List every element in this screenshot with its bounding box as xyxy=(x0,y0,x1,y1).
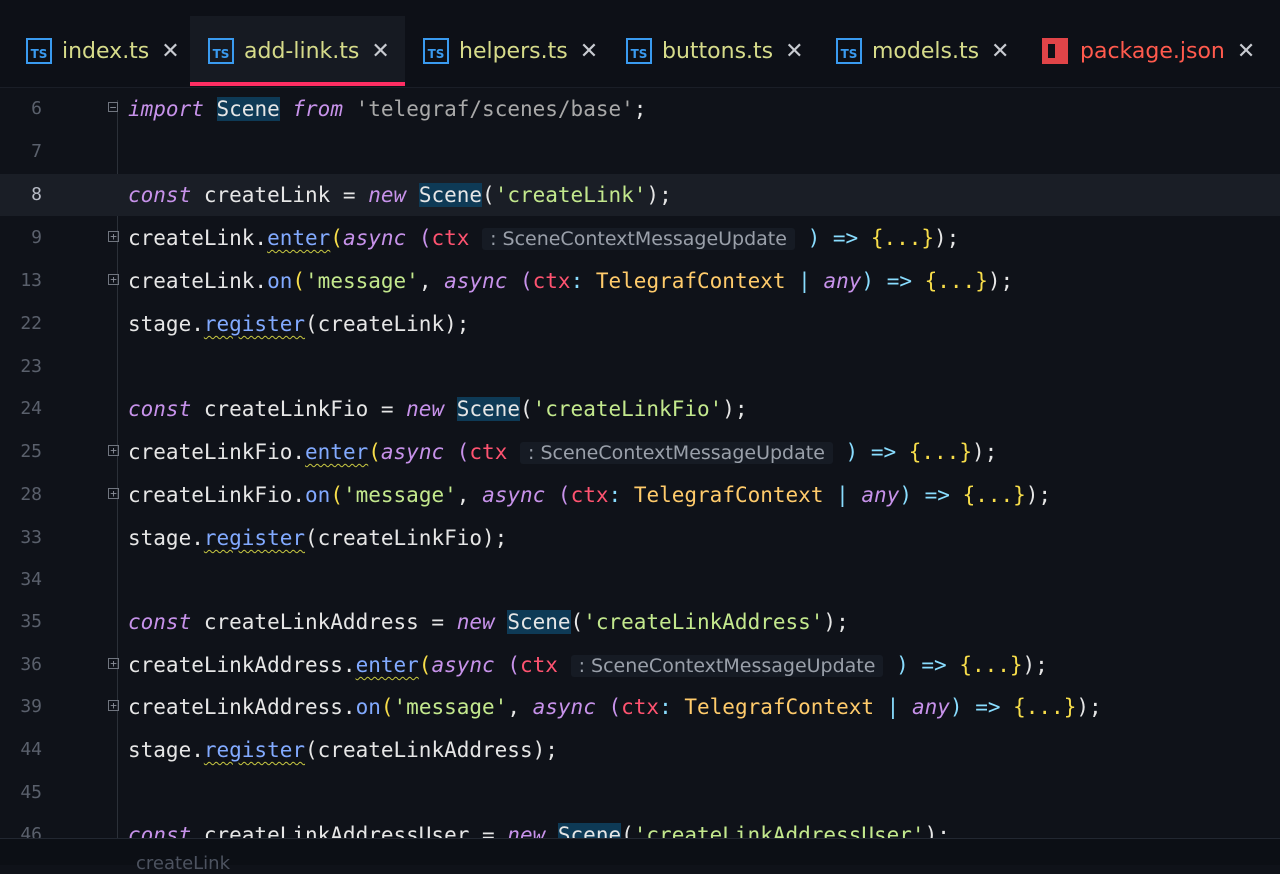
typescript-file-icon: TS xyxy=(836,38,862,64)
typescript-file-icon: TS xyxy=(626,38,652,64)
tab-index-ts[interactable]: TS index.ts ✕ xyxy=(14,16,190,86)
code-line[interactable]: 46 const createLinkAddressUser = new Sce… xyxy=(0,814,1280,838)
code-line[interactable]: 22 stage.register(createLink); xyxy=(0,303,1280,345)
type-inlay-hint: : SceneContextMessageUpdate xyxy=(520,442,833,464)
code-line[interactable]: 44 stage.register(createLinkAddress); xyxy=(0,729,1280,771)
line-number: 23 xyxy=(20,356,42,377)
code-line[interactable]: 45 xyxy=(0,772,1280,814)
code-text: createLinkFio.on('message', async (ctx: … xyxy=(128,483,1052,507)
tab-add-link-ts[interactable]: TS add-link.ts ✕ xyxy=(190,16,405,86)
code-line[interactable]: 34 xyxy=(0,559,1280,601)
editor-breadcrumb-bar: createLink xyxy=(0,838,1280,874)
tab-label: helpers.ts xyxy=(459,38,568,64)
editor-tab-bar: TS index.ts ✕ TS add-link.ts ✕ TS helper… xyxy=(0,0,1280,88)
fold-expand-icon[interactable]: + xyxy=(108,700,119,711)
close-icon[interactable]: ✕ xyxy=(1237,39,1255,64)
code-line[interactable]: 33 stage.register(createLinkFio); xyxy=(0,517,1280,559)
code-text: stage.register(createLinkAddress); xyxy=(128,738,558,762)
code-line[interactable]: 35 const createLinkAddress = new Scene('… xyxy=(0,601,1280,643)
tab-buttons-ts[interactable]: TS buttons.ts ✕ xyxy=(610,16,820,86)
close-icon[interactable]: ✕ xyxy=(991,39,1009,64)
fold-collapse-icon[interactable]: − xyxy=(108,102,118,113)
code-editor[interactable]: 6 − import Scene from 'telegraf/scenes/b… xyxy=(0,88,1280,838)
line-number: 24 xyxy=(20,398,42,419)
code-text: createLinkAddress.enter(async (ctx : Sce… xyxy=(128,653,1048,677)
line-number: 45 xyxy=(20,782,42,803)
line-number: 6 xyxy=(31,98,42,119)
line-number: 22 xyxy=(20,313,42,334)
line-number: 8 xyxy=(31,184,42,205)
tab-label: index.ts xyxy=(62,38,150,64)
code-text: const createLink = new Scene('createLink… xyxy=(128,183,672,207)
code-line[interactable]: 24 const createLinkFio = new Scene('crea… xyxy=(0,388,1280,430)
code-line[interactable]: 6 − import Scene from 'telegraf/scenes/b… xyxy=(0,88,1280,130)
code-line[interactable]: 9 + createLink.enter(async (ctx : SceneC… xyxy=(0,217,1280,259)
tab-label: models.ts xyxy=(872,38,980,64)
npm-package-icon xyxy=(1042,38,1068,64)
fold-expand-icon[interactable]: + xyxy=(108,274,119,285)
code-line[interactable]: 25 + createLinkFio.enter(async (ctx : Sc… xyxy=(0,431,1280,473)
close-icon[interactable]: ✕ xyxy=(785,39,803,64)
line-number: 13 xyxy=(20,270,42,291)
line-number: 9 xyxy=(31,227,42,248)
line-number: 33 xyxy=(20,527,42,548)
line-number: 7 xyxy=(31,141,42,162)
code-line-current[interactable]: 8 const createLink = new Scene('createLi… xyxy=(0,174,1280,216)
active-tab-indicator xyxy=(190,82,405,86)
code-line[interactable]: 28 + createLinkFio.on('message', async (… xyxy=(0,474,1280,516)
type-inlay-hint: : SceneContextMessageUpdate xyxy=(482,228,795,250)
code-line[interactable]: 39 + createLinkAddress.on('message', asy… xyxy=(0,686,1280,728)
line-number: 34 xyxy=(20,569,42,590)
code-text: createLink.enter(async (ctx : SceneConte… xyxy=(128,226,960,250)
code-text: createLinkFio.enter(async (ctx : SceneCo… xyxy=(128,440,998,464)
close-icon[interactable]: ✕ xyxy=(161,39,179,64)
typescript-file-icon: TS xyxy=(423,38,449,64)
code-text: const createLinkAddress = new Scene('cre… xyxy=(128,610,849,634)
typescript-file-icon: TS xyxy=(208,38,234,64)
type-inlay-hint: : SceneContextMessageUpdate xyxy=(570,655,884,677)
line-number: 35 xyxy=(20,611,42,632)
fold-expand-icon[interactable]: + xyxy=(108,231,119,242)
code-line[interactable]: 23 xyxy=(0,346,1280,388)
fold-expand-icon[interactable]: + xyxy=(108,488,119,499)
line-number: 36 xyxy=(20,654,42,675)
code-text: import Scene from 'telegraf/scenes/base'… xyxy=(128,97,647,121)
fold-expand-icon[interactable]: + xyxy=(108,658,119,669)
code-text: stage.register(createLink); xyxy=(128,312,470,336)
line-number: 28 xyxy=(20,484,42,505)
tab-label: package.json xyxy=(1080,38,1225,64)
code-line[interactable]: 13 + createLink.on('message', async (ctx… xyxy=(0,260,1280,302)
tab-label: buttons.ts xyxy=(662,38,774,64)
close-icon[interactable]: ✕ xyxy=(580,39,598,64)
line-number: 44 xyxy=(20,739,42,760)
close-icon[interactable]: ✕ xyxy=(371,39,389,64)
line-number: 25 xyxy=(20,441,42,462)
code-text: const createLinkAddressUser = new Scene(… xyxy=(128,814,950,838)
tab-models-ts[interactable]: TS models.ts ✕ xyxy=(822,16,1022,86)
fold-expand-icon[interactable]: + xyxy=(108,445,119,456)
code-text: stage.register(createLinkFio); xyxy=(128,526,508,550)
tab-helpers-ts[interactable]: TS helpers.ts ✕ xyxy=(405,16,605,86)
code-text: createLinkAddress.on('message', async (c… xyxy=(128,695,1102,719)
tab-label: add-link.ts xyxy=(244,38,360,64)
typescript-file-icon: TS xyxy=(26,38,52,64)
tab-package-json[interactable]: package.json ✕ xyxy=(1030,16,1280,86)
code-line[interactable]: 36 + createLinkAddress.enter(async (ctx … xyxy=(0,644,1280,686)
line-number: 46 xyxy=(20,824,42,838)
code-line[interactable]: 7 xyxy=(0,131,1280,173)
code-text: const createLinkFio = new Scene('createL… xyxy=(128,397,748,421)
code-text: createLink.on('message', async (ctx: Tel… xyxy=(128,269,1014,293)
line-number: 39 xyxy=(20,696,42,717)
